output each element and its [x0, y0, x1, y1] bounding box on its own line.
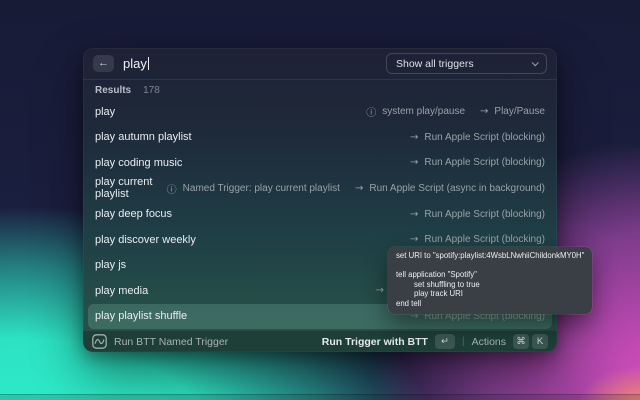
- arrow-right-icon: →: [376, 285, 384, 296]
- action-label: Run Apple Script (blocking): [424, 234, 545, 245]
- row-label: play current playlist: [95, 176, 167, 200]
- action-label: Run Apple Script (blocking): [424, 157, 545, 168]
- row-meta: → Run Apple Script (blocking): [410, 157, 545, 168]
- info-text: system play/pause: [382, 106, 465, 117]
- list-item[interactable]: play ⓘ system play/pause → Play/Pause: [83, 99, 557, 125]
- info-icon: ⓘ: [366, 104, 376, 119]
- list-item[interactable]: play deep focus → Run Apple Script (blocki…: [83, 201, 557, 227]
- row-label: play deep focus: [95, 208, 172, 220]
- row-meta: → Run Apple Script (blocking): [410, 209, 545, 220]
- action-label: Play/Pause: [494, 106, 545, 117]
- list-item[interactable]: play current playlistⓘ Named Trigger: pla…: [83, 176, 557, 202]
- text-caret: [148, 57, 150, 70]
- row-label: play autumn playlist: [95, 131, 192, 143]
- tooltip-line: play track URI: [396, 289, 584, 299]
- script-preview-tooltip: set URI to "spotify:playlist:4WsbLNwhiiC…: [388, 247, 592, 314]
- key-badge: ⌘: [513, 334, 529, 349]
- footer-divider: |: [462, 336, 465, 347]
- results-count: 178: [143, 85, 160, 96]
- row-label: play: [95, 106, 115, 118]
- row-label: play coding music: [95, 157, 182, 169]
- footer-actions: Run Trigger with BTT ↵ | Actions ⌘K: [322, 334, 548, 349]
- arrow-right-icon: →: [410, 209, 418, 220]
- action-label: Run Apple Script (blocking): [424, 132, 545, 143]
- row-label: play js: [95, 259, 126, 271]
- list-item[interactable]: play coding music → Run Apple Script (bloc…: [83, 150, 557, 176]
- search-query: play: [123, 56, 147, 71]
- info-icon: ⓘ: [167, 181, 177, 196]
- row-meta: → Run Apple Script (blocking): [410, 234, 545, 245]
- tooltip-line: set URI to "spotify:playlist:4WsbLNwhiiC…: [396, 251, 584, 261]
- row-meta: → Run Apple Script (blocking): [410, 132, 545, 143]
- tooltip-lines: set URI to "spotify:playlist:4WsbLNwhiiC…: [396, 251, 584, 309]
- action-label: Run Apple Script (async in background): [369, 183, 545, 194]
- row-meta: ⓘ system play/pause → Play/Pause: [366, 104, 545, 119]
- arrow-right-icon: →: [410, 132, 418, 143]
- context-label: Run BTT Named Trigger: [114, 336, 228, 348]
- trigger-filter-dropdown[interactable]: Show all triggers: [386, 53, 547, 74]
- back-button[interactable]: ←: [93, 55, 114, 72]
- footer-bar: Run BTT Named Trigger Run Trigger with B…: [83, 330, 557, 352]
- tooltip-line: set shuffling to true: [396, 280, 584, 290]
- actions-button[interactable]: Actions: [472, 336, 506, 348]
- arrow-left-icon: ←: [98, 58, 109, 69]
- arrow-right-icon: →: [410, 234, 418, 245]
- results-header: Results 178: [83, 80, 557, 99]
- row-label: play playlist shuffle: [95, 310, 187, 322]
- results-label: Results: [95, 85, 131, 96]
- enter-key-badge: ↵: [435, 334, 455, 349]
- chevron-down-icon: [532, 59, 539, 66]
- arrow-right-icon: →: [355, 183, 363, 194]
- key-badge: K: [532, 334, 548, 349]
- row-meta: ⓘ Named Trigger: play current playlist → Ru…: [167, 181, 545, 196]
- search-input[interactable]: play: [123, 56, 149, 71]
- row-label: play discover weekly: [95, 234, 196, 246]
- footer-keys: ⌘K: [513, 334, 548, 349]
- action-label: Run Apple Script (blocking): [424, 209, 545, 220]
- row-label: play media: [95, 285, 148, 297]
- search-bar: ← play Show all triggers: [83, 48, 557, 80]
- list-item[interactable]: play autumn playlist → Run Apple Script (b…: [83, 125, 557, 151]
- run-trigger-button[interactable]: Run Trigger with BTT: [322, 336, 428, 348]
- screen-bottom-edge: [0, 394, 640, 400]
- info-text: Named Trigger: play current playlist: [183, 183, 340, 194]
- tooltip-line: tell application "Spotify": [396, 270, 584, 280]
- btt-logo-icon: [92, 334, 107, 349]
- arrow-right-icon: →: [410, 157, 418, 168]
- tooltip-line: [396, 261, 584, 271]
- arrow-right-icon: →: [480, 106, 488, 117]
- dropdown-label: Show all triggers: [396, 58, 474, 70]
- tooltip-line: end tell: [396, 299, 584, 309]
